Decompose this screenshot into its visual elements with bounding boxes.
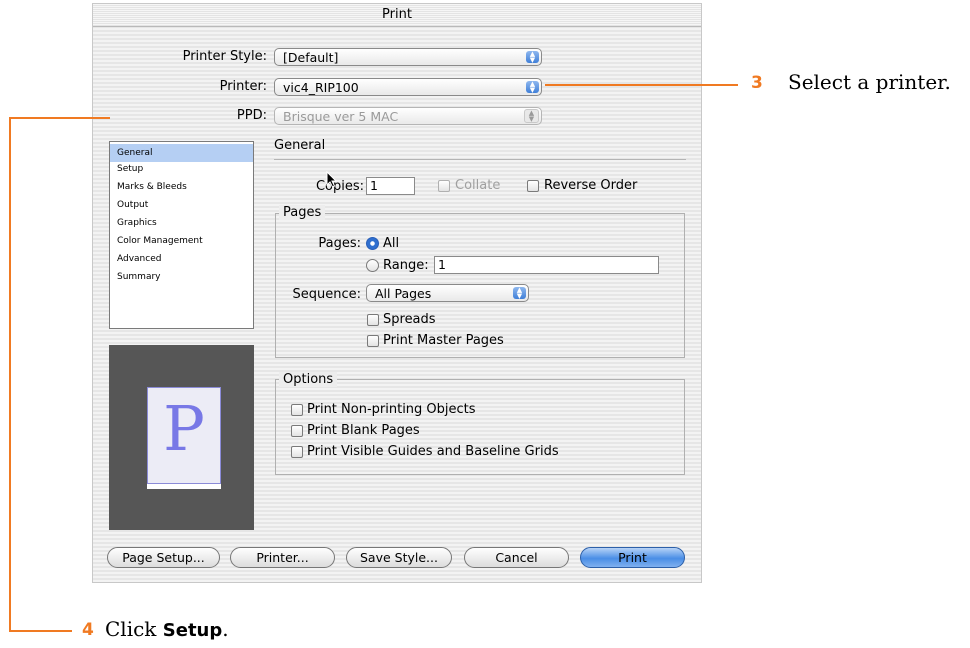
printer-style-label: Printer Style:: [182, 49, 267, 64]
callout-4-text: Click Setup.: [105, 617, 229, 641]
sidebar-item-color-management[interactable]: Color Management: [110, 232, 253, 250]
pages-all-radio[interactable]: [366, 237, 379, 250]
print-visible-guides-label: Print Visible Guides and Baseline Grids: [307, 444, 559, 459]
spreads-checkbox[interactable]: [367, 314, 379, 326]
page-setup-button[interactable]: Page Setup...: [107, 547, 220, 568]
print-blank-pages-checkbox[interactable]: [291, 425, 303, 437]
pages-range-radio[interactable]: [366, 259, 379, 272]
popup-arrows-icon: ▲ ▼: [526, 51, 539, 64]
cancel-button[interactable]: Cancel: [464, 547, 569, 568]
ppd-popup: Brisque ver 5 MAC ▲ ▼: [274, 107, 542, 125]
dialog-title: Print: [93, 4, 701, 27]
print-master-pages-checkbox[interactable]: [367, 335, 379, 347]
pages-range-label: Range:: [383, 258, 429, 273]
print-master-pages-label: Print Master Pages: [383, 333, 504, 348]
pages-range-field[interactable]: 1: [434, 256, 659, 274]
preview-page-edge: [147, 484, 221, 489]
pages-label: Pages:: [318, 236, 361, 251]
callout-3-number: 3: [751, 73, 763, 93]
callout-4-number: 4: [82, 620, 94, 640]
callout-3-text: Select a printer.: [788, 70, 951, 94]
reverse-order-checkbox[interactable]: [527, 180, 539, 192]
callout-4-text-prefix: Click: [105, 617, 163, 641]
pages-all-label: All: [383, 236, 400, 251]
save-style-button[interactable]: Save Style...: [346, 547, 452, 568]
callout-4-line-connector: [9, 117, 109, 119]
copies-field[interactable]: 1: [366, 177, 415, 195]
sidebar-item-setup[interactable]: Setup: [110, 160, 253, 178]
printer-value: vic4_RIP100: [283, 80, 359, 95]
pages-group-title: Pages: [279, 205, 326, 220]
popup-arrows-icon: ▲ ▼: [524, 109, 539, 123]
ppd-value: Brisque ver 5 MAC: [283, 109, 399, 124]
sidebar-item-advanced[interactable]: Advanced: [110, 250, 253, 268]
print-non-printing-objects-label: Print Non-printing Objects: [307, 402, 476, 417]
popup-arrows-icon: ▲ ▼: [513, 287, 526, 300]
preview-page: P: [147, 387, 221, 484]
reverse-order-label: Reverse Order: [544, 178, 638, 193]
panel-list: General Setup Marks & Bleeds Output Grap…: [109, 141, 254, 329]
sequence-popup[interactable]: All Pages ▲ ▼: [366, 284, 529, 302]
print-blank-pages-label: Print Blank Pages: [307, 423, 420, 438]
printer-button[interactable]: Printer...: [230, 547, 335, 568]
print-dialog: Print Printer Style: [Default] ▲ ▼ Printe…: [93, 4, 701, 582]
callout-4-line-bottom: [9, 630, 72, 632]
sidebar-item-summary[interactable]: Summary: [110, 268, 253, 286]
printer-style-popup[interactable]: [Default] ▲ ▼: [274, 48, 542, 66]
ppd-label: PPD:: [236, 108, 267, 123]
sequence-value: All Pages: [375, 286, 432, 301]
sidebar-item-graphics[interactable]: Graphics: [110, 214, 253, 232]
page-preview: P: [109, 345, 254, 530]
collate-label: Collate: [455, 178, 501, 193]
sequence-label: Sequence:: [292, 287, 361, 302]
callout-4-text-bold: Setup: [162, 620, 223, 641]
printer-style-value: [Default]: [283, 50, 339, 65]
callout-4-line-vertical: [9, 117, 11, 632]
options-group-title: Options: [279, 372, 338, 387]
sidebar-item-marks-bleeds[interactable]: Marks & Bleeds: [110, 178, 253, 196]
spreads-label: Spreads: [383, 312, 436, 327]
sidebar-item-output[interactable]: Output: [110, 196, 253, 214]
collate-checkbox: [438, 180, 450, 192]
print-button[interactable]: Print: [580, 547, 685, 568]
print-visible-guides-checkbox[interactable]: [291, 446, 303, 458]
popup-arrows-icon: ▲ ▼: [526, 81, 539, 94]
callout-4-text-suffix: .: [222, 617, 229, 641]
section-title: General: [274, 138, 326, 153]
print-non-printing-objects-checkbox[interactable]: [291, 404, 303, 416]
section-divider: [274, 159, 686, 160]
mouse-pointer-icon: [326, 171, 338, 188]
preview-page-letter: P: [163, 392, 205, 465]
printer-popup[interactable]: vic4_RIP100 ▲ ▼: [274, 78, 542, 96]
callout-3-line: [545, 84, 738, 86]
printer-label: Printer:: [219, 79, 267, 94]
